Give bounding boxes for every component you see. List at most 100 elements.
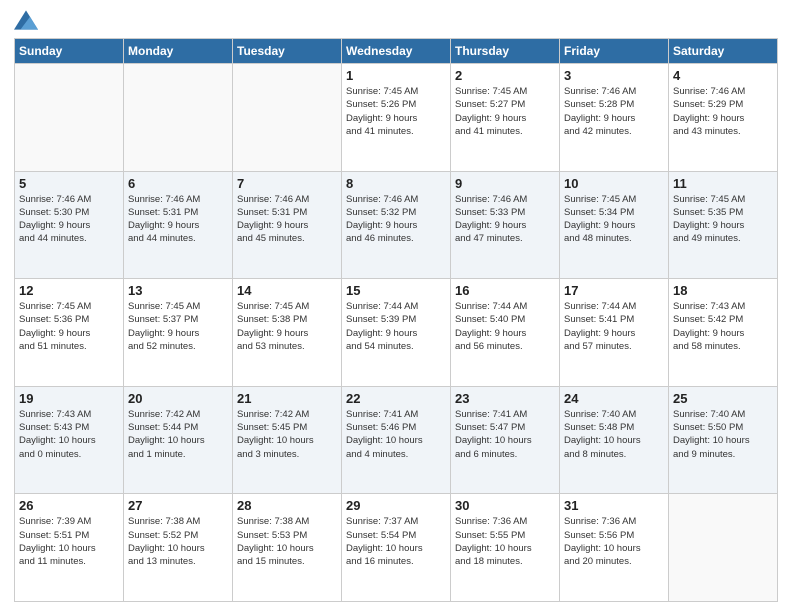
day-cell: 22Sunrise: 7:41 AMSunset: 5:46 PMDayligh…	[342, 386, 451, 494]
day-info: Sunrise: 7:45 AMSunset: 5:35 PMDaylight:…	[673, 193, 773, 246]
day-number: 22	[346, 391, 446, 406]
day-number: 28	[237, 498, 337, 513]
day-info: Sunrise: 7:46 AMSunset: 5:30 PMDaylight:…	[19, 193, 119, 246]
logo-icon	[14, 10, 38, 30]
calendar-container: SundayMondayTuesdayWednesdayThursdayFrid…	[0, 0, 792, 612]
day-number: 9	[455, 176, 555, 191]
day-number: 23	[455, 391, 555, 406]
day-number: 27	[128, 498, 228, 513]
day-info: Sunrise: 7:46 AMSunset: 5:31 PMDaylight:…	[128, 193, 228, 246]
day-cell: 17 Sunrise: 7:44 AMSunset: 5:41 PMDayligh…	[560, 279, 669, 387]
day-cell: 11 Sunrise: 7:45 AMSunset: 5:35 PMDayligh…	[669, 171, 778, 279]
weekday-header-saturday: Saturday	[669, 39, 778, 64]
day-cell: 15Sunrise: 7:44 AMSunset: 5:39 PMDayligh…	[342, 279, 451, 387]
day-info: Sunrise: 7:44 AMSunset: 5:40 PMDaylight:…	[455, 300, 555, 353]
day-cell: 6 Sunrise: 7:46 AMSunset: 5:31 PMDaylight…	[124, 171, 233, 279]
day-info: Sunrise: 7:42 AMSunset: 5:44 PMDaylight:…	[128, 408, 228, 461]
day-info: Sunrise: 7:42 AMSunset: 5:45 PMDaylight:…	[237, 408, 337, 461]
day-number: 12	[19, 283, 119, 298]
day-info: Sunrise: 7:40 AMSunset: 5:48 PMDaylight:…	[564, 408, 664, 461]
day-cell: 25 Sunrise: 7:40 AMSunset: 5:50 PMDayligh…	[669, 386, 778, 494]
day-cell: 1Sunrise: 7:45 AMSunset: 5:26 PMDaylight…	[342, 64, 451, 172]
weekday-header-thursday: Thursday	[451, 39, 560, 64]
day-number: 4	[673, 68, 773, 83]
logo	[14, 10, 42, 30]
day-number: 3	[564, 68, 664, 83]
day-info: Sunrise: 7:41 AMSunset: 5:47 PMDaylight:…	[455, 408, 555, 461]
day-cell	[233, 64, 342, 172]
day-cell	[669, 494, 778, 602]
day-info: Sunrise: 7:46 AMSunset: 5:33 PMDaylight:…	[455, 193, 555, 246]
day-info: Sunrise: 7:46 AMSunset: 5:32 PMDaylight:…	[346, 193, 446, 246]
weekday-header-tuesday: Tuesday	[233, 39, 342, 64]
day-cell: 29Sunrise: 7:37 AMSunset: 5:54 PMDayligh…	[342, 494, 451, 602]
day-cell: 21 Sunrise: 7:42 AMSunset: 5:45 PMDayligh…	[233, 386, 342, 494]
day-number: 30	[455, 498, 555, 513]
day-cell: 20 Sunrise: 7:42 AMSunset: 5:44 PMDayligh…	[124, 386, 233, 494]
day-cell: 31 Sunrise: 7:36 AMSunset: 5:56 PMDayligh…	[560, 494, 669, 602]
day-info: Sunrise: 7:45 AMSunset: 5:38 PMDaylight:…	[237, 300, 337, 353]
day-cell: 24Sunrise: 7:40 AMSunset: 5:48 PMDayligh…	[560, 386, 669, 494]
day-info: Sunrise: 7:46 AMSunset: 5:31 PMDaylight:…	[237, 193, 337, 246]
day-number: 6	[128, 176, 228, 191]
day-cell: 26 Sunrise: 7:39 AMSunset: 5:51 PMDayligh…	[15, 494, 124, 602]
day-cell: 16 Sunrise: 7:44 AMSunset: 5:40 PMDayligh…	[451, 279, 560, 387]
weekday-header-sunday: Sunday	[15, 39, 124, 64]
week-row-4: 19 Sunrise: 7:43 AMSunset: 5:43 PMDayligh…	[15, 386, 778, 494]
day-cell: 2 Sunrise: 7:45 AMSunset: 5:27 PMDaylight…	[451, 64, 560, 172]
week-row-5: 26 Sunrise: 7:39 AMSunset: 5:51 PMDayligh…	[15, 494, 778, 602]
day-number: 11	[673, 176, 773, 191]
day-info: Sunrise: 7:43 AMSunset: 5:43 PMDaylight:…	[19, 408, 119, 461]
day-cell: 8 Sunrise: 7:46 AMSunset: 5:32 PMDaylight…	[342, 171, 451, 279]
day-cell: 13 Sunrise: 7:45 AMSunset: 5:37 PMDayligh…	[124, 279, 233, 387]
day-number: 13	[128, 283, 228, 298]
day-info: Sunrise: 7:36 AMSunset: 5:56 PMDaylight:…	[564, 515, 664, 568]
day-info: Sunrise: 7:45 AMSunset: 5:34 PMDaylight:…	[564, 193, 664, 246]
day-cell	[124, 64, 233, 172]
day-number: 31	[564, 498, 664, 513]
day-info: Sunrise: 7:45 AMSunset: 5:26 PMDaylight:…	[346, 85, 446, 138]
weekday-header-friday: Friday	[560, 39, 669, 64]
day-cell: 4 Sunrise: 7:46 AMSunset: 5:29 PMDaylight…	[669, 64, 778, 172]
day-cell: 3Sunrise: 7:46 AMSunset: 5:28 PMDaylight…	[560, 64, 669, 172]
day-cell: 10Sunrise: 7:45 AMSunset: 5:34 PMDayligh…	[560, 171, 669, 279]
day-info: Sunrise: 7:40 AMSunset: 5:50 PMDaylight:…	[673, 408, 773, 461]
day-number: 21	[237, 391, 337, 406]
day-info: Sunrise: 7:45 AMSunset: 5:27 PMDaylight:…	[455, 85, 555, 138]
day-cell: 18Sunrise: 7:43 AMSunset: 5:42 PMDayligh…	[669, 279, 778, 387]
day-number: 14	[237, 283, 337, 298]
day-info: Sunrise: 7:46 AMSunset: 5:29 PMDaylight:…	[673, 85, 773, 138]
day-info: Sunrise: 7:43 AMSunset: 5:42 PMDaylight:…	[673, 300, 773, 353]
week-row-3: 12 Sunrise: 7:45 AMSunset: 5:36 PMDayligh…	[15, 279, 778, 387]
day-cell	[15, 64, 124, 172]
day-cell: 19 Sunrise: 7:43 AMSunset: 5:43 PMDayligh…	[15, 386, 124, 494]
day-info: Sunrise: 7:44 AMSunset: 5:39 PMDaylight:…	[346, 300, 446, 353]
day-info: Sunrise: 7:39 AMSunset: 5:51 PMDaylight:…	[19, 515, 119, 568]
day-number: 25	[673, 391, 773, 406]
day-number: 17	[564, 283, 664, 298]
day-cell: 28Sunrise: 7:38 AMSunset: 5:53 PMDayligh…	[233, 494, 342, 602]
weekday-header-wednesday: Wednesday	[342, 39, 451, 64]
day-number: 29	[346, 498, 446, 513]
day-cell: 5Sunrise: 7:46 AMSunset: 5:30 PMDaylight…	[15, 171, 124, 279]
day-number: 19	[19, 391, 119, 406]
day-info: Sunrise: 7:45 AMSunset: 5:36 PMDaylight:…	[19, 300, 119, 353]
weekday-header-monday: Monday	[124, 39, 233, 64]
day-cell: 27 Sunrise: 7:38 AMSunset: 5:52 PMDayligh…	[124, 494, 233, 602]
day-number: 20	[128, 391, 228, 406]
day-number: 7	[237, 176, 337, 191]
week-row-1: 1Sunrise: 7:45 AMSunset: 5:26 PMDaylight…	[15, 64, 778, 172]
day-info: Sunrise: 7:38 AMSunset: 5:52 PMDaylight:…	[128, 515, 228, 568]
day-cell: 12 Sunrise: 7:45 AMSunset: 5:36 PMDayligh…	[15, 279, 124, 387]
day-number: 16	[455, 283, 555, 298]
day-cell: 14 Sunrise: 7:45 AMSunset: 5:38 PMDayligh…	[233, 279, 342, 387]
day-info: Sunrise: 7:45 AMSunset: 5:37 PMDaylight:…	[128, 300, 228, 353]
day-number: 8	[346, 176, 446, 191]
day-number: 26	[19, 498, 119, 513]
week-row-2: 5Sunrise: 7:46 AMSunset: 5:30 PMDaylight…	[15, 171, 778, 279]
day-info: Sunrise: 7:44 AMSunset: 5:41 PMDaylight:…	[564, 300, 664, 353]
calendar-table: SundayMondayTuesdayWednesdayThursdayFrid…	[14, 38, 778, 602]
day-number: 2	[455, 68, 555, 83]
day-cell: 7 Sunrise: 7:46 AMSunset: 5:31 PMDaylight…	[233, 171, 342, 279]
weekday-header-row: SundayMondayTuesdayWednesdayThursdayFrid…	[15, 39, 778, 64]
